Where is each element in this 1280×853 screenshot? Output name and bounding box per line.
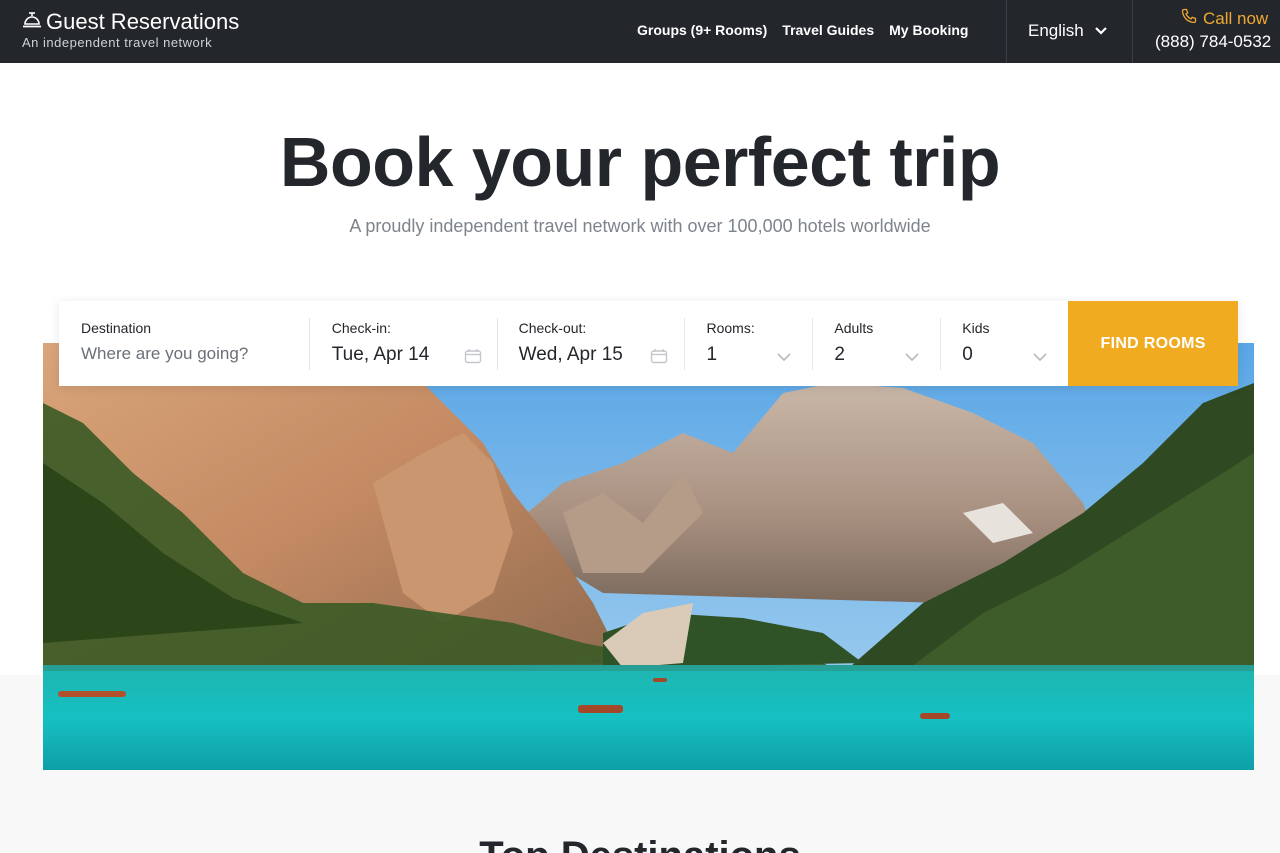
brand-name: Guest Reservations (46, 9, 240, 34)
phone-icon (1181, 8, 1197, 29)
destination-input[interactable] (81, 344, 281, 364)
rooms-value: 1 (706, 344, 718, 365)
top-navigation-bar: Guest Reservations An independent travel… (0, 0, 1280, 63)
header-divider (1132, 0, 1133, 63)
checkin-field[interactable]: Check-in: Tue, Apr 14 (310, 301, 497, 386)
destination-field[interactable]: Destination (59, 301, 309, 386)
calendar-icon (650, 348, 668, 369)
header-divider (1006, 0, 1007, 63)
chevron-down-icon (904, 349, 920, 367)
main-nav: Groups (9+ Rooms) Travel Guides My Booki… (637, 22, 968, 38)
chevron-down-icon (776, 349, 792, 367)
adults-value: 2 (834, 344, 845, 365)
adults-label: Adults (834, 320, 874, 336)
call-now-label: Call now (1203, 8, 1269, 28)
top-destinations-heading: Top Destinations (0, 834, 1280, 853)
phone-number[interactable]: (888) 784-0532 (1155, 32, 1280, 52)
language-selector[interactable]: English (1028, 21, 1108, 41)
destination-label: Destination (81, 320, 152, 336)
find-rooms-button[interactable]: FIND ROOMS (1068, 301, 1239, 386)
language-label: English (1028, 21, 1084, 40)
adults-select[interactable]: Adults 2 (813, 301, 940, 386)
checkin-label: Check-in: (331, 320, 391, 336)
checkout-label: Check-out: (518, 320, 587, 336)
kids-select[interactable]: Kids 0 (941, 301, 1068, 386)
call-now-block[interactable]: Call now (888) 784-0532 (1155, 8, 1280, 52)
kids-label: Kids (962, 320, 990, 336)
rooms-select[interactable]: Rooms: 1 (685, 301, 812, 386)
service-bell-icon (22, 10, 46, 34)
brand-tagline: An independent travel network (22, 35, 213, 50)
rooms-label: Rooms: (706, 320, 755, 336)
kids-value: 0 (962, 344, 973, 365)
calendar-icon (464, 348, 482, 369)
checkout-field[interactable]: Check-out: Wed, Apr 15 (498, 301, 685, 386)
chevron-down-icon (1094, 21, 1108, 41)
page-title: Book your perfect trip (279, 123, 1001, 201)
chevron-down-icon (1032, 349, 1048, 367)
site-logo[interactable]: Guest Reservations An independent travel… (22, 9, 240, 51)
nav-link-my-booking[interactable]: My Booking (889, 22, 968, 38)
nav-link-groups[interactable]: Groups (9+ Rooms) (637, 22, 767, 38)
hero-landscape-image (43, 343, 1254, 770)
hotel-search-bar: Destination Check-in: Tue, Apr 14 Check-… (59, 301, 1239, 386)
nav-link-travel-guides[interactable]: Travel Guides (782, 22, 874, 38)
page-subtitle: A proudly independent travel network wit… (349, 216, 931, 236)
